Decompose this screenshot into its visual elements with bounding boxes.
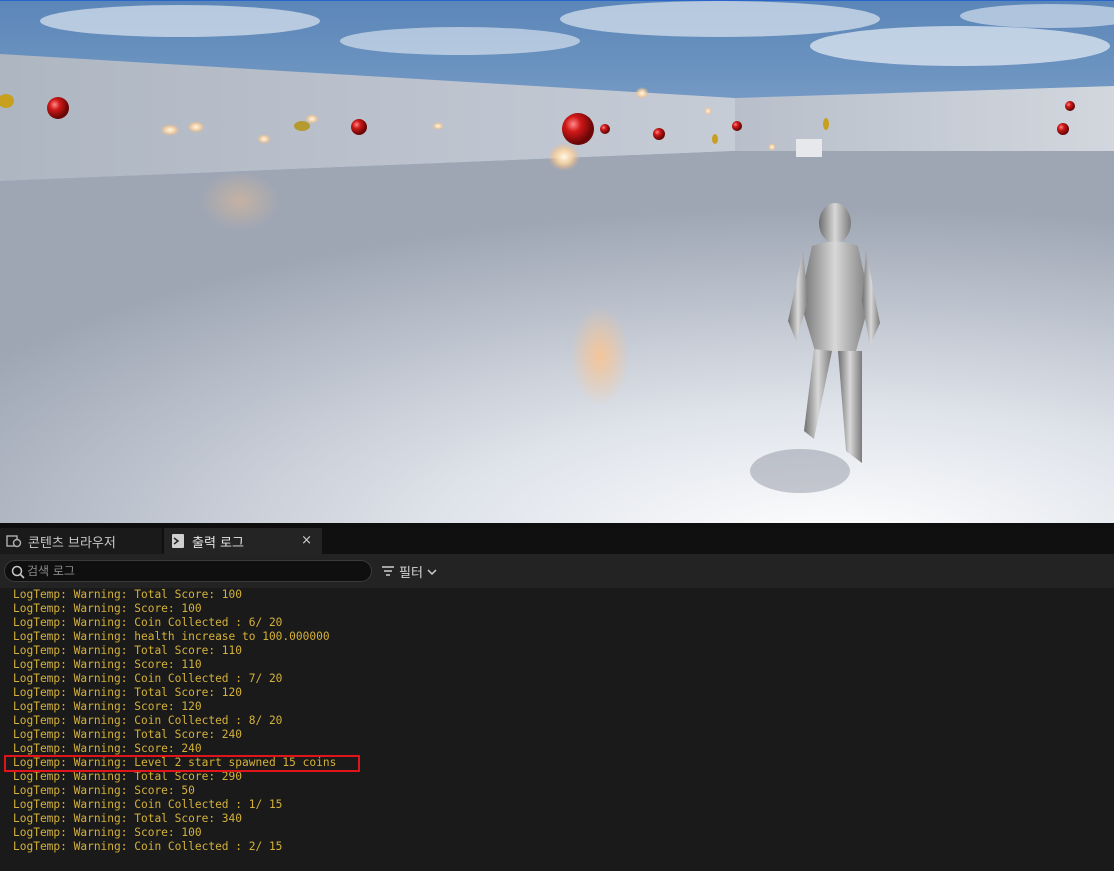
content-browser-icon: [6, 533, 22, 549]
log-line: LogTemp: Warning: Total Score: 100: [13, 588, 243, 601]
log-line: LogTemp: Warning: Coin Collected : 6/ 20: [13, 616, 283, 629]
log-line: LogTemp: Warning: Coin Collected : 8/ 20: [13, 714, 283, 727]
log-line: LogTemp: Warning: Score: 100: [13, 602, 202, 615]
output-log-panel: 필터 LogTemp: Warning: Total Score: 100 Lo…: [0, 554, 1114, 871]
annotation-highlight-box: [4, 755, 360, 772]
tab-content-browser[interactable]: 콘텐츠 브라우저: [0, 528, 162, 554]
game-viewport[interactable]: [0, 0, 1114, 523]
log-line: LogTemp: Warning: Coin Collected : 1/ 15: [13, 798, 283, 811]
output-log-icon: [170, 533, 186, 549]
search-input[interactable]: [25, 561, 371, 581]
log-line: LogTemp: Warning: Total Score: 120: [13, 686, 243, 699]
filter-label: 필터: [399, 565, 423, 581]
log-line: LogTemp: Warning: Score: 240: [13, 742, 202, 755]
log-line: LogTemp: Warning: Total Score: 340: [13, 812, 243, 825]
log-line: LogTemp: Warning: Score: 110: [13, 658, 202, 671]
log-line: LogTemp: Warning: Total Score: 110: [13, 644, 243, 657]
log-line: LogTemp: Warning: Score: 120: [13, 700, 202, 713]
tab-content-browser-label: 콘텐츠 브라우저: [28, 535, 116, 551]
scene-render: [0, 1, 1114, 523]
panel-tab-bar: 콘텐츠 브라우저 출력 로그 ×: [0, 528, 1114, 554]
log-line: LogTemp: Warning: Total Score: 290: [13, 770, 243, 783]
log-line: LogTemp: Warning: Coin Collected : 2/ 15: [13, 840, 283, 853]
chevron-down-icon: [427, 566, 437, 576]
tab-output-log-label: 출력 로그: [192, 535, 244, 551]
log-output-area[interactable]: LogTemp: Warning: Total Score: 100 LogTe…: [0, 588, 1114, 871]
search-box[interactable]: [4, 560, 372, 582]
filter-button[interactable]: 필터: [381, 561, 437, 581]
log-line: LogTemp: Warning: Score: 50: [13, 784, 195, 797]
tab-output-log[interactable]: 출력 로그 ×: [164, 528, 322, 554]
log-line: LogTemp: Warning: Score: 100: [13, 826, 202, 839]
close-icon[interactable]: ×: [301, 533, 312, 549]
log-line: LogTemp: Warning: Coin Collected : 7/ 20: [13, 672, 283, 685]
output-log-toolbar: 필터: [0, 554, 1114, 588]
log-line: LogTemp: Warning: health increase to 100…: [13, 630, 330, 643]
filter-icon: [381, 564, 395, 578]
search-icon: [11, 564, 25, 579]
log-line: LogTemp: Warning: Total Score: 240: [13, 728, 243, 741]
